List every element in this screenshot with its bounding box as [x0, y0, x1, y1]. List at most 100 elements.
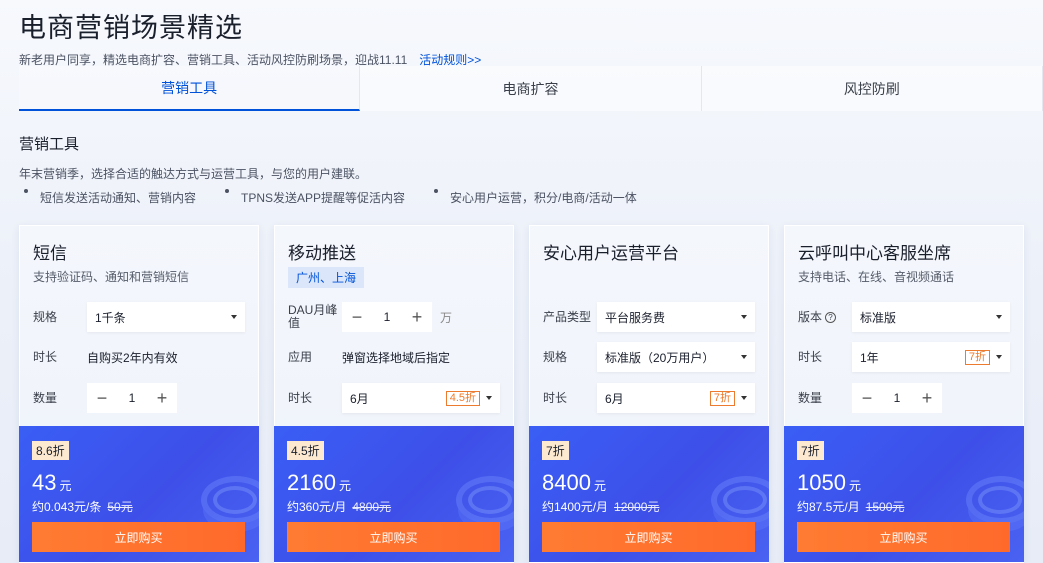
buy-now-button[interactable]: 立即购买: [542, 522, 755, 552]
dau-value[interactable]: 1: [372, 302, 402, 332]
duration-row: 时长 6月 7折: [543, 383, 763, 413]
quantity-label: 数量: [798, 390, 823, 405]
bullet-dot: [24, 189, 28, 193]
minus-button[interactable]: −: [852, 383, 882, 413]
dau-unit: 万: [440, 310, 453, 325]
product-card-sms: 短信 支持验证码、通知和营销短信 规格 1千条 时长 自购买2年内有效 数量 −…: [19, 225, 259, 563]
decorative-ring-icon: [723, 486, 767, 514]
duration-select[interactable]: 6月 4.5折: [342, 383, 500, 413]
price-value: 2160: [287, 470, 336, 495]
hero-subtitle-text: 新老用户同享，精选电商扩容、营销工具、活动风控防刷场景，迎战11.11: [19, 53, 408, 67]
card-subtitle: 支持验证码、通知和营销短信: [33, 270, 190, 284]
price-unit: 元: [59, 479, 72, 493]
spec-row: 规格 1千条: [33, 302, 253, 332]
card-subtitle: 支持电话、在线、音视频通话: [798, 270, 955, 284]
price-value: 8400: [542, 470, 591, 495]
bullet-dot: [434, 189, 439, 193]
duration-label: 时长: [33, 349, 58, 364]
section-title: 营销工具: [19, 136, 80, 153]
price: 8400 元: [542, 470, 606, 496]
duration-label: 时长: [543, 390, 568, 405]
dau-stepper: − 1 + 万: [342, 302, 452, 332]
per-price: 约87.5元/月: [797, 500, 860, 514]
version-select[interactable]: 标准版: [852, 302, 1010, 332]
type-value: 平台服务费: [605, 310, 666, 325]
minus-button[interactable]: −: [87, 383, 117, 413]
spec-label: 规格: [543, 349, 568, 364]
per-price: 约360元/月: [287, 500, 347, 514]
buy-now-button[interactable]: 立即购买: [32, 522, 245, 552]
tab-marketing-tools[interactable]: 营销工具: [19, 66, 361, 111]
spec-row: 规格 标准版（20万用户）: [543, 342, 763, 372]
quantity-value[interactable]: 1: [882, 383, 912, 413]
bullet-tpns: TPNS发送APP提醒等促活内容: [241, 191, 406, 205]
discount-badge: 7折: [542, 441, 569, 460]
spec-label: 规格: [33, 309, 58, 324]
original-price: 4800元: [352, 500, 392, 514]
caret-down-icon: [996, 355, 1002, 359]
duration-select[interactable]: 1年 7折: [852, 342, 1010, 372]
product-card-call-center: 云呼叫中心客服坐席 支持电话、在线、音视频通话 版本? 标准版 时长 1年 7折…: [784, 225, 1024, 563]
bullet-dot: [225, 189, 230, 193]
scene-tabs: 营销工具 电商扩容 风控防刷: [19, 66, 1043, 111]
plus-button[interactable]: +: [402, 302, 432, 332]
original-price: 1500元: [865, 500, 905, 514]
decorative-ring-icon: [213, 486, 257, 514]
app-value[interactable]: 弹窗选择地域后指定: [342, 349, 450, 366]
duration-discount: 7折: [709, 390, 735, 406]
card-title: 安心用户运营平台: [543, 244, 679, 263]
price-panel: 7折 1050 元 约87.5元/月 1500元 立即购买: [784, 426, 1024, 562]
spec-select[interactable]: 1千条: [87, 302, 245, 332]
minus-button[interactable]: −: [342, 302, 372, 332]
version-row: 版本? 标准版: [798, 302, 1018, 332]
original-price: 50元: [107, 500, 133, 514]
price: 43 元: [32, 470, 72, 496]
buy-now-button[interactable]: 立即购买: [797, 522, 1010, 552]
decorative-ring-icon: [978, 486, 1022, 514]
activity-rules-link[interactable]: 活动规则>>: [419, 53, 481, 67]
unit-price: 约87.5元/月 1500元: [797, 498, 904, 515]
duration-discount: 4.5折: [445, 390, 480, 406]
discount-badge: 8.6折: [32, 441, 69, 460]
caret-down-icon: [741, 315, 747, 319]
price-panel: 7折 8400 元 约1400元/月 12000元 立即购买: [529, 426, 769, 562]
dau-label: DAU月峰值: [288, 303, 338, 330]
discount-badge: 7折: [797, 441, 824, 460]
quantity-value[interactable]: 1: [117, 383, 147, 413]
quantity-label: 数量: [33, 390, 58, 405]
price-value: 43: [32, 470, 57, 495]
duration-row: 时长 6月 4.5折: [288, 383, 508, 413]
quantity-stepper: − 1 +: [852, 383, 942, 413]
version-value: 标准版: [860, 310, 897, 325]
spec-value: 1千条: [95, 310, 126, 325]
page-title: 电商营销场景精选: [19, 13, 243, 43]
duration-value: 6月: [350, 391, 369, 406]
type-select[interactable]: 平台服务费: [597, 302, 755, 332]
tab-ecommerce-scaling[interactable]: 电商扩容: [360, 66, 702, 111]
plus-button[interactable]: +: [912, 383, 942, 413]
price-panel: 8.6折 43 元 约0.043元/条 50元 立即购买: [19, 426, 259, 562]
decorative-ring-icon: [468, 486, 512, 514]
spec-select[interactable]: 标准版（20万用户）: [597, 342, 755, 372]
price-unit: 元: [593, 479, 606, 493]
duration-value: 自购买2年内有效: [87, 350, 178, 365]
bullet-sms: 短信发送活动通知、营销内容: [40, 191, 197, 205]
duration-value: 1年: [860, 350, 879, 365]
version-label-text: 版本: [798, 309, 823, 324]
help-icon[interactable]: ?: [825, 311, 837, 323]
discount-badge: 4.5折: [287, 441, 324, 460]
dau-row: DAU月峰值 − 1 + 万: [288, 302, 508, 332]
plus-button[interactable]: +: [147, 383, 177, 413]
product-card-user-ops: 安心用户运营平台 产品类型 平台服务费 规格 标准版（20万用户） 时长 6月 …: [529, 225, 769, 563]
unit-price: 约0.043元/条 50元: [32, 498, 133, 515]
tab-risk-control[interactable]: 风控防刷: [701, 66, 1043, 111]
quantity-stepper: − 1 +: [87, 383, 177, 413]
price: 2160 元: [287, 470, 351, 496]
duration-select[interactable]: 6月 7折: [597, 383, 755, 413]
card-title: 移动推送: [288, 244, 356, 263]
price-unit: 元: [338, 479, 351, 493]
spec-value: 标准版（20万用户）: [605, 350, 715, 365]
version-label: 版本?: [798, 309, 852, 324]
product-card-push: 移动推送 广州、上海 DAU月峰值 − 1 + 万 应用 弹窗选择地域后指定 时…: [274, 225, 514, 563]
buy-now-button[interactable]: 立即购买: [287, 522, 500, 552]
